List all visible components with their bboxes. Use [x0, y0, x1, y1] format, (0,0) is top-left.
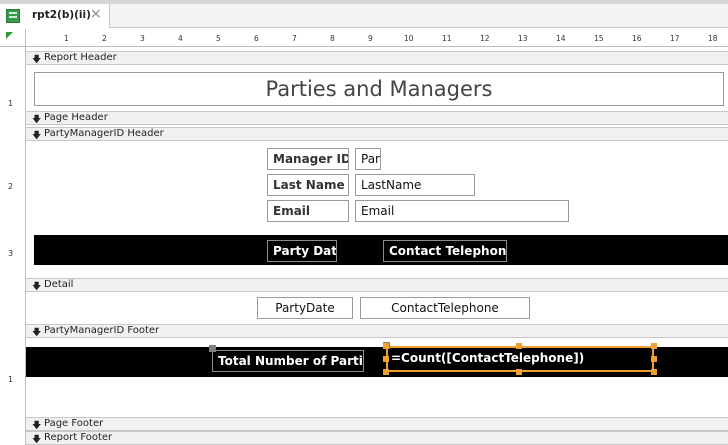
section-label: Page Footer [44, 418, 104, 429]
last-name-label[interactable]: Last Name [267, 174, 349, 196]
section-label: Detail [44, 279, 74, 290]
ruler-mark: 8 [330, 34, 335, 43]
section-bar-report-header[interactable]: 🡇 Report Header [26, 51, 728, 65]
section-bar-group-header[interactable]: 🡇 PartyManagerID Header [26, 127, 728, 141]
report-icon [6, 9, 20, 23]
section-arrow-icon: 🡇 [32, 115, 42, 125]
ruler-mark: 11 [442, 34, 452, 43]
close-icon[interactable]: × [90, 7, 102, 21]
section-label: PartyManagerID Footer [44, 325, 160, 336]
manager-id-label[interactable]: Manager ID [267, 148, 349, 170]
ruler-mark: 12 [480, 34, 490, 43]
resize-handle-icon[interactable] [516, 343, 522, 349]
section-bar-report-footer[interactable]: 🡇 Report Footer [26, 431, 728, 445]
ruler-mark: 16 [632, 34, 642, 43]
resize-handle-icon[interactable] [651, 343, 657, 349]
ruler-mark: 15 [594, 34, 604, 43]
ruler-mark: 14 [556, 34, 566, 43]
select-triangle-icon [6, 32, 13, 39]
section-arrow-icon: 🡇 [32, 131, 42, 141]
ruler-mark: 17 [670, 34, 680, 43]
document-tab-bar: rpt2(b)(ii) × [0, 4, 728, 28]
resize-handle-icon[interactable] [651, 369, 657, 375]
manager-id-textbox[interactable]: Par [355, 148, 381, 170]
party-date-header-label[interactable]: Party Date [267, 240, 337, 262]
ruler-mark: 6 [254, 34, 259, 43]
ruler-mark: 9 [368, 34, 373, 43]
section-bar-group-footer[interactable]: 🡇 PartyManagerID Footer [26, 324, 728, 338]
section-bar-detail[interactable]: 🡇 Detail [26, 278, 728, 292]
email-label[interactable]: Email [267, 200, 349, 222]
ruler-mark: 7 [292, 34, 297, 43]
section-arrow-icon: 🡇 [32, 435, 42, 445]
resize-handle-icon[interactable] [383, 343, 389, 349]
section-bar-page-footer[interactable]: 🡇 Page Footer [26, 417, 728, 431]
contact-telephone-textbox[interactable]: ContactTelephone [360, 297, 530, 319]
section-arrow-icon: 🡇 [32, 282, 42, 292]
ruler-mark: 1 [8, 375, 14, 384]
ruler-mark: 5 [216, 34, 221, 43]
vertical-ruler[interactable]: 1 2 3 1 [0, 47, 26, 445]
resize-handle-icon[interactable] [383, 369, 389, 375]
tab-rpt2[interactable]: rpt2(b)(ii) × [0, 4, 110, 28]
ruler-mark: 10 [404, 34, 414, 43]
contact-telephone-header-label[interactable]: Contact Telephone [383, 240, 507, 262]
last-name-textbox[interactable]: LastName [355, 174, 475, 196]
ruler-mark: 1 [8, 99, 14, 108]
section-bar-page-header[interactable]: 🡇 Page Header [26, 111, 728, 125]
section-arrow-icon: 🡇 [32, 55, 42, 65]
report-title-label[interactable]: Parties and Managers [34, 72, 724, 106]
ruler-mark: 2 [102, 34, 107, 43]
header-black-band [34, 235, 728, 265]
ruler-mark: 3 [140, 34, 145, 43]
horizontal-ruler[interactable]: 1 2 3 4 5 6 7 8 9 10 11 12 13 14 15 16 1… [26, 29, 728, 47]
total-number-label[interactable]: Total Number of Parties [212, 350, 364, 372]
tab-label: rpt2(b)(ii) [32, 9, 91, 21]
ruler-mark: 2 [8, 182, 14, 191]
section-label: PartyManagerID Header [44, 128, 164, 139]
email-textbox[interactable]: Email [355, 200, 569, 222]
resize-handle-icon[interactable] [383, 356, 389, 362]
move-handle-icon[interactable] [209, 345, 216, 352]
ruler-mark: 18 [708, 34, 718, 43]
report-selector[interactable] [0, 29, 26, 47]
section-label: Report Header [44, 52, 117, 63]
resize-handle-icon[interactable] [651, 356, 657, 362]
ruler-mark: 3 [8, 249, 14, 258]
section-arrow-icon: 🡇 [32, 328, 42, 338]
resize-handle-icon[interactable] [516, 369, 522, 375]
party-date-textbox[interactable]: PartyDate [257, 297, 353, 319]
ruler-mark: 4 [178, 34, 183, 43]
ruler-mark: 13 [518, 34, 528, 43]
ruler-mark: 1 [64, 34, 69, 43]
section-label: Page Header [44, 112, 108, 123]
section-label: Report Footer [44, 432, 113, 443]
